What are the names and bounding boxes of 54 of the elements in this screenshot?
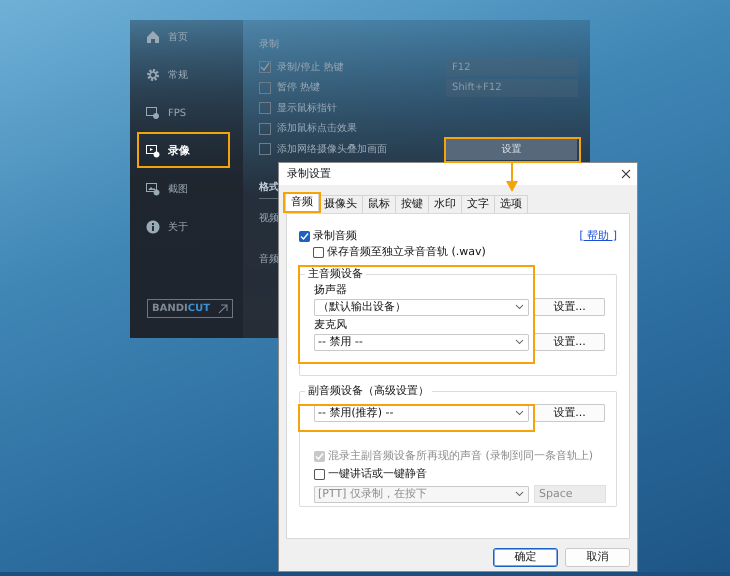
field-label: 视频 [259, 212, 279, 226]
dropdown[interactable]: （默认输出设备） [314, 298, 529, 316]
checkbox[interactable] [259, 102, 271, 114]
checkbox[interactable] [259, 82, 271, 94]
arrow-icon [218, 304, 228, 314]
tab[interactable]: 选项 [494, 195, 528, 213]
chevron-icon [515, 304, 524, 310]
dropdown[interactable]: -- 禁用 -- [314, 334, 529, 350]
checkbox[interactable] [299, 230, 310, 242]
highlight-frame [283, 192, 321, 213]
ok-button[interactable]: 确定 [493, 548, 558, 567]
sidebar-item[interactable]: 关于 [137, 208, 230, 246]
checkbox[interactable] [314, 468, 325, 480]
dialog-title: 录制设置 [287, 166, 331, 182]
cancel-button[interactable]: 取消 [565, 548, 630, 567]
chevron-icon [515, 491, 524, 497]
option-label: 录制/停止 热键 [277, 60, 345, 75]
checkbox[interactable] [259, 61, 271, 74]
close-icon[interactable] [621, 169, 631, 179]
settings-button[interactable]: 设置... [534, 298, 605, 316]
checkbox-label: 一键讲话或一键静音 [328, 467, 427, 481]
field-label: 扬声器 [314, 283, 347, 297]
logo-button[interactable]: BANDICUT [147, 299, 233, 318]
gear-icon [146, 68, 160, 82]
settings-button[interactable]: 设置 [446, 138, 577, 160]
help-link[interactable]: [ 帮助 ] [579, 228, 617, 244]
option-label: 添加鼠标点击效果 [277, 122, 358, 136]
option-label: 显示鼠标指针 [277, 102, 338, 116]
check-icon [300, 232, 309, 240]
settings-button[interactable]: 设置... [534, 404, 605, 422]
home-icon [146, 30, 160, 44]
group-title: 副音频设备（高级设置） [305, 384, 432, 398]
checkbox-label: 录制音频 [313, 228, 357, 244]
check-icon [260, 62, 270, 72]
sidebar-item[interactable]: 截图 [137, 170, 230, 208]
field-label: 麦克风 [314, 318, 347, 332]
checkbox[interactable] [313, 246, 324, 258]
field-label: 音频 [259, 252, 279, 266]
sidebar-item[interactable]: FPS [137, 94, 230, 132]
option-label: 暂停 热键 [277, 80, 322, 96]
checkbox[interactable] [259, 143, 271, 156]
callout-arrow [505, 162, 519, 193]
settings-button[interactable]: 设置... [534, 333, 605, 351]
checkbox[interactable] [259, 122, 271, 135]
checkbox-label: 混录主副音频设备所再现的声音 (录制到同一条音轨上) [328, 449, 594, 463]
chevron-icon [515, 339, 524, 345]
option-label: 添加网络摄像头叠加画面 [277, 142, 388, 157]
sidebar-item[interactable]: 常规 [137, 56, 230, 94]
checkbox-label: 保存音频至独立录音音轨 (.wav) [327, 244, 486, 260]
check-icon [315, 452, 324, 460]
chevron-icon [515, 410, 524, 416]
section-title: 录制 [259, 38, 280, 49]
info-icon [146, 220, 160, 234]
sidebar-item[interactable]: 录像 [137, 132, 230, 170]
